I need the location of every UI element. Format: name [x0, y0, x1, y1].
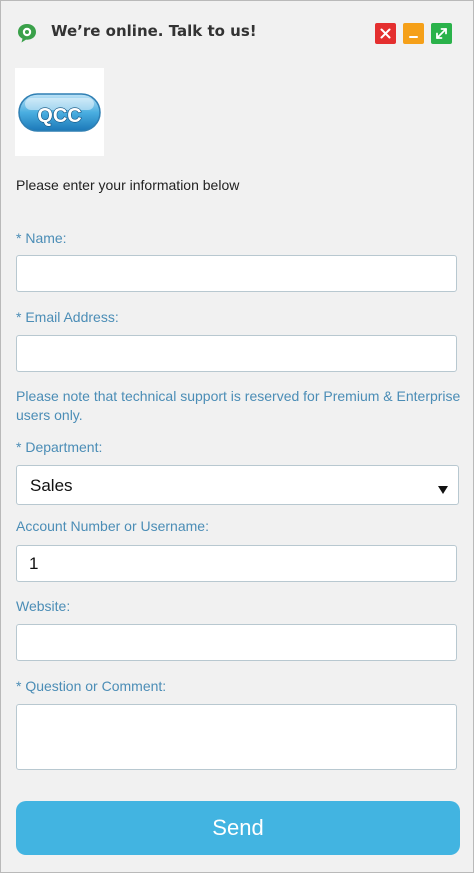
expand-icon	[436, 28, 447, 39]
name-field[interactable]	[16, 255, 457, 292]
website-label: Website:	[16, 598, 71, 614]
chat-bubble-icon	[15, 21, 39, 45]
website-field[interactable]	[16, 624, 457, 661]
dropdown-arrow-icon	[438, 481, 448, 499]
account-label: Account Number or Username:	[16, 518, 209, 534]
chat-window: We’re online. Talk to us! QCC Please ent…	[0, 0, 474, 873]
maximize-button[interactable]	[431, 23, 452, 44]
minimize-icon	[409, 36, 418, 38]
minimize-button[interactable]	[403, 23, 424, 44]
title-bar: We’re online. Talk to us!	[1, 1, 473, 63]
close-icon	[380, 28, 391, 39]
department-label: * Department:	[16, 439, 103, 455]
email-field[interactable]	[16, 335, 457, 372]
question-field[interactable]	[16, 704, 457, 770]
name-label: * Name:	[16, 230, 67, 246]
company-logo: QCC	[15, 68, 104, 156]
window-title: We’re online. Talk to us!	[51, 22, 257, 40]
account-field[interactable]	[16, 545, 457, 582]
department-selected-value: Sales	[30, 476, 73, 495]
department-select[interactable]: Sales	[16, 465, 459, 505]
support-note: Please note that technical support is re…	[16, 388, 461, 423]
email-label: * Email Address:	[16, 309, 119, 325]
close-button[interactable]	[375, 23, 396, 44]
question-label: * Question or Comment:	[16, 678, 167, 694]
form-intro: Please enter your information below	[16, 177, 240, 193]
send-button[interactable]: Send	[16, 801, 460, 855]
svg-text:QCC: QCC	[37, 105, 81, 127]
